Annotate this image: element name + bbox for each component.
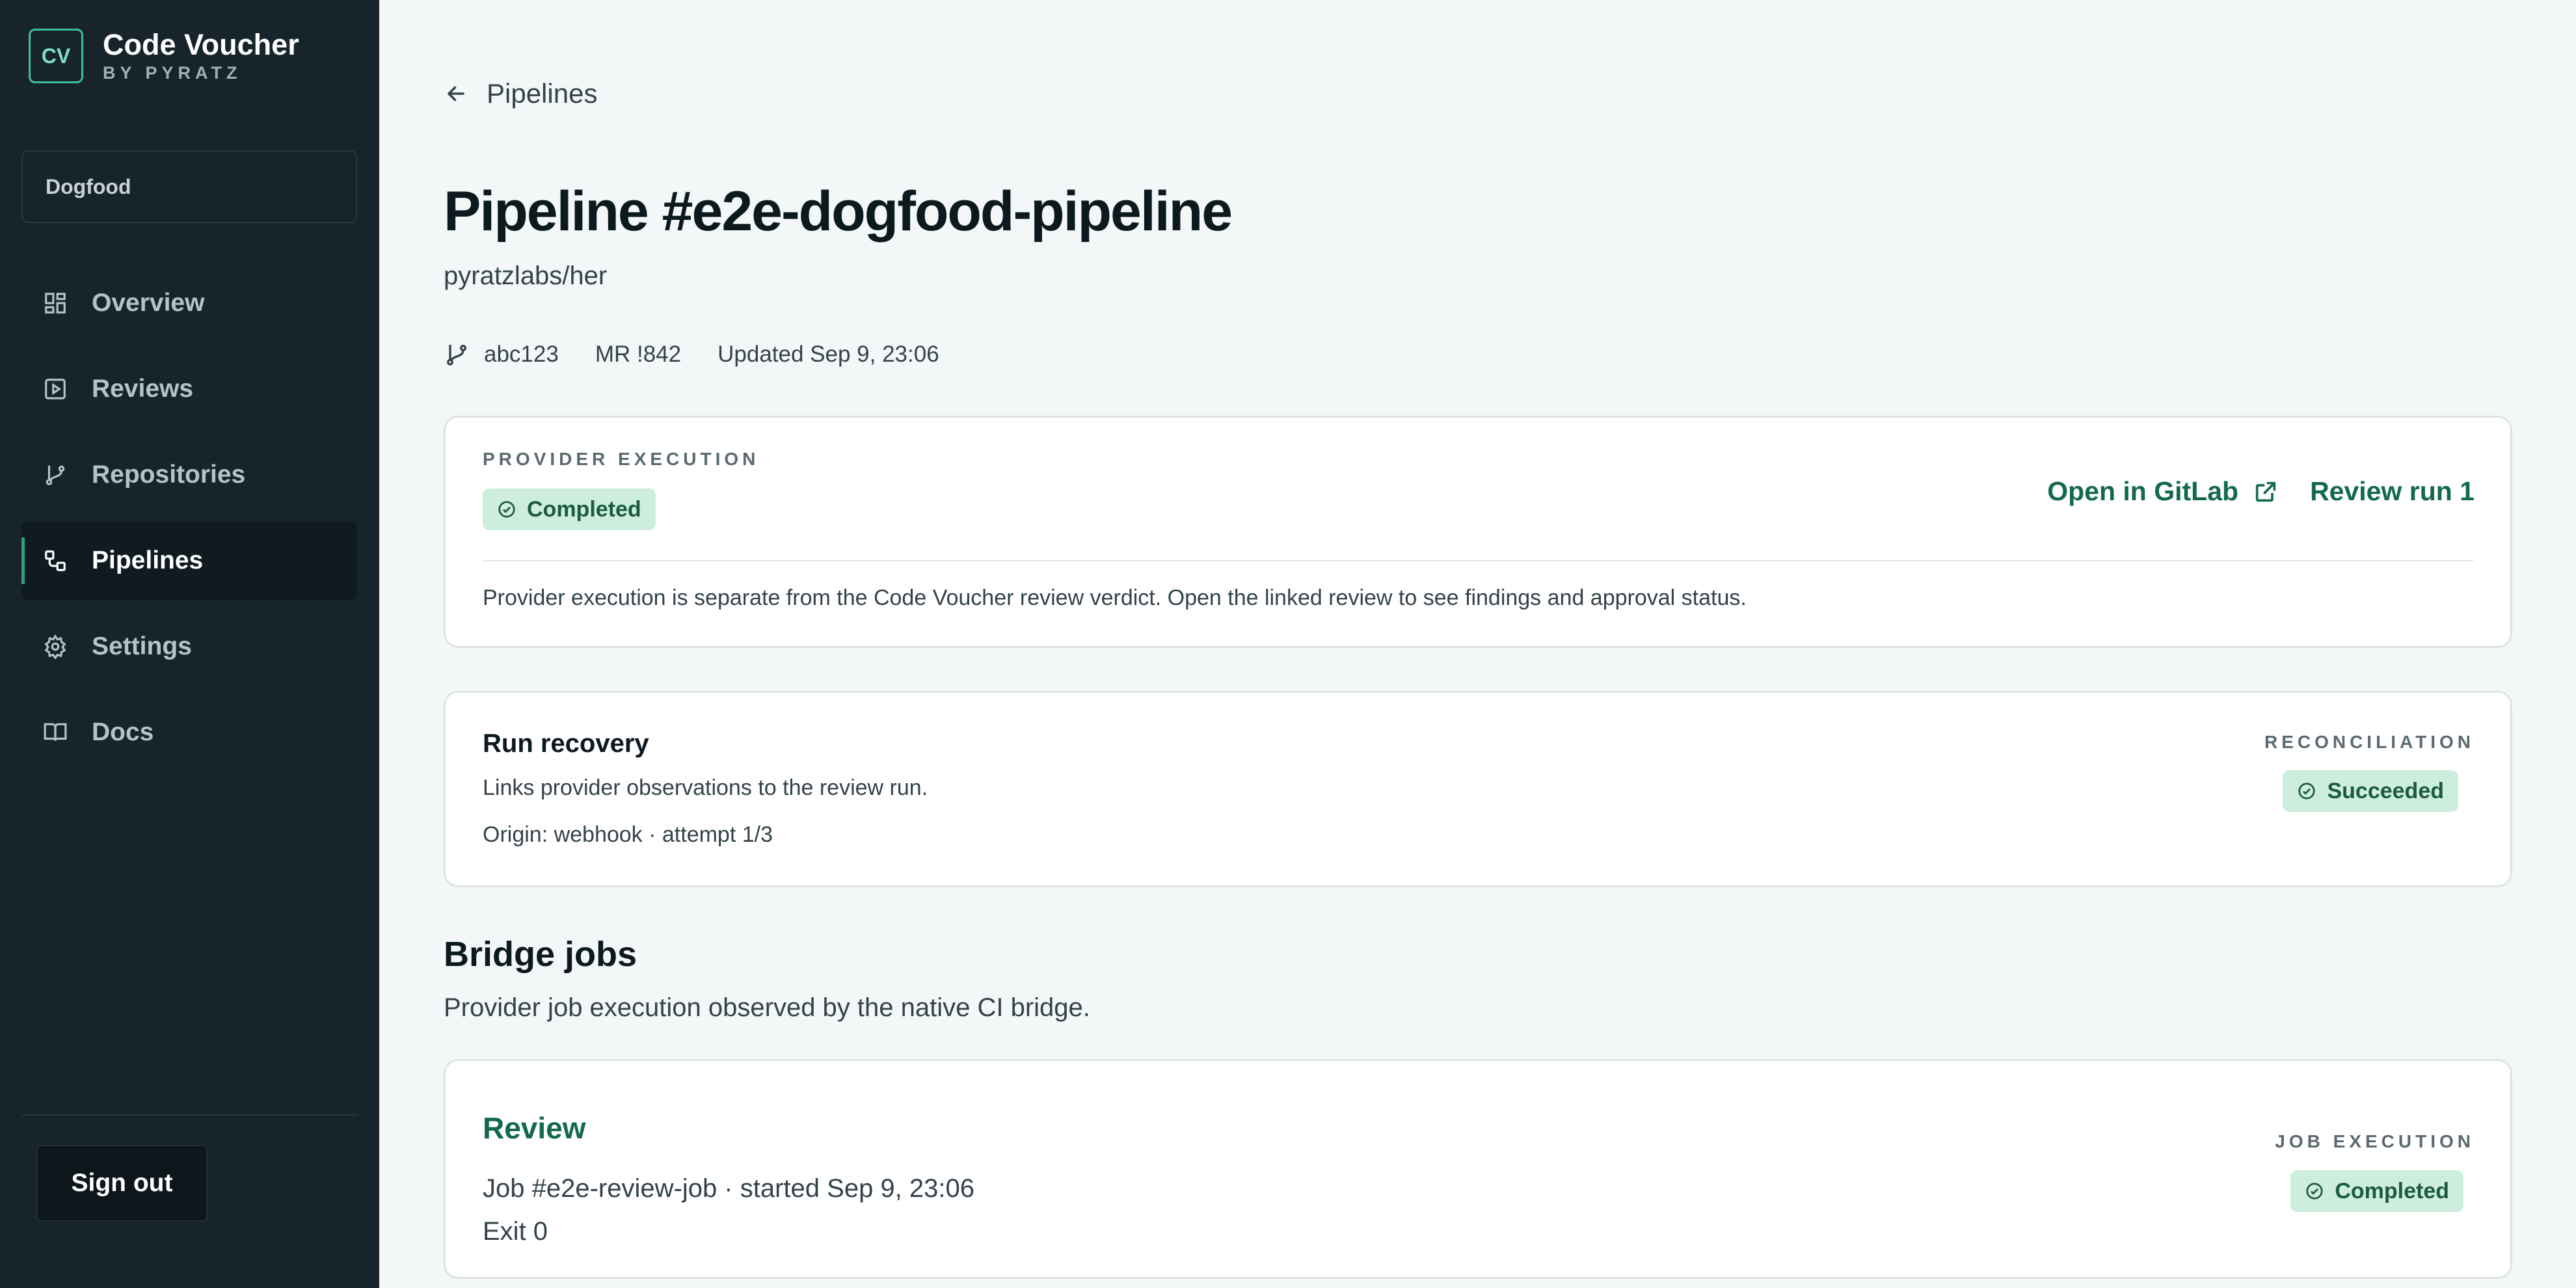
provider-note: Provider execution is separate from the …: [483, 585, 1747, 610]
git-branch-icon: [444, 342, 470, 368]
merge-request: MR !842: [595, 342, 682, 367]
brand-title: Code Voucher: [103, 28, 299, 61]
back-link-label: Pipelines: [487, 78, 598, 109]
status-badge: Completed: [2290, 1170, 2463, 1212]
back-link[interactable]: Pipelines: [444, 78, 597, 109]
sidebar-item-label: Overview: [92, 289, 205, 317]
sidebar-item-pipelines[interactable]: Pipelines: [21, 522, 357, 600]
check-circle-icon: [498, 501, 515, 518]
status-text: Completed: [527, 496, 641, 522]
job-name-link[interactable]: Review: [483, 1110, 586, 1146]
job-details: Job #e2e-review-job · started Sep 9, 23:…: [483, 1174, 974, 1203]
check-circle-icon: [2298, 783, 2316, 799]
play-square-icon: [41, 375, 70, 403]
status-badge: Succeeded: [2283, 770, 2458, 812]
sidebar-item-repositories[interactable]: Repositories: [21, 436, 357, 514]
pipeline-meta: abc123 MR !842 Updated Sep 9, 23:06: [444, 342, 976, 368]
sidebar: CV Code Voucher BY PYRATZ Dogfood Overvi…: [0, 0, 379, 1288]
provider-execution-card: PROVIDER EXECUTION Completed Open in Git…: [444, 416, 2512, 648]
sidebar-item-label: Reviews: [92, 375, 194, 403]
run-recovery-card: Run recovery Links provider observations…: [444, 691, 2512, 887]
status-text: Completed: [2335, 1178, 2449, 1203]
arrow-left-icon: [448, 86, 464, 101]
provider-execution-eyebrow: PROVIDER EXECUTION: [483, 449, 760, 469]
run-recovery-title: Run recovery: [483, 729, 649, 758]
sidebar-item-settings[interactable]: Settings: [21, 608, 357, 686]
book-icon: [41, 718, 70, 747]
page-title: Pipeline #e2e-dogfood-pipeline: [444, 180, 1233, 243]
pipeline-icon: [41, 546, 70, 575]
review-run-link[interactable]: Review run 1: [2310, 476, 2475, 507]
updated-time: Updated Sep 9, 23:06: [718, 342, 939, 367]
brand-subtitle: BY PYRATZ: [103, 63, 242, 83]
status-badge: Completed: [483, 489, 656, 530]
provider-links: Open in GitLab Review run 1: [2047, 476, 2475, 507]
external-link-icon: [2255, 481, 2276, 502]
sidebar-nav: Overview Reviews Repositories Pipelines …: [21, 264, 357, 779]
sidebar-item-label: Settings: [92, 632, 192, 660]
git-branch-icon: [41, 461, 70, 489]
repository-name: pyratzlabs/her: [444, 262, 608, 290]
job-exit-code: Exit 0: [483, 1217, 548, 1246]
bridge-jobs-subtitle: Provider job execution observed by the n…: [444, 993, 1090, 1022]
sidebar-item-overview[interactable]: Overview: [21, 264, 357, 342]
grid-icon: [41, 289, 70, 317]
brand[interactable]: CV Code Voucher BY PYRATZ: [29, 28, 299, 84]
reconciliation-eyebrow: RECONCILIATION: [2264, 732, 2475, 752]
job-execution-eyebrow: JOB EXECUTION: [2275, 1131, 2475, 1151]
gear-icon: [41, 632, 70, 661]
bridge-jobs-title: Bridge jobs: [444, 935, 637, 974]
commit-sha: abc123: [484, 342, 559, 367]
sidebar-item-label: Repositories: [92, 461, 246, 489]
sidebar-item-label: Pipelines: [92, 546, 204, 574]
sign-out-button[interactable]: Sign out: [36, 1145, 208, 1222]
brand-logo: CV: [29, 29, 83, 83]
run-recovery-origin: Origin: webhook · attempt 1/3: [483, 822, 773, 847]
check-circle-icon: [2306, 1183, 2323, 1200]
workspace-selector[interactable]: Dogfood: [21, 150, 357, 223]
open-in-gitlab-link[interactable]: Open in GitLab: [2047, 476, 2279, 507]
run-recovery-description: Links provider observations to the revie…: [483, 775, 928, 800]
open-in-gitlab-label: Open in GitLab: [2047, 476, 2239, 506]
sidebar-item-reviews[interactable]: Reviews: [21, 350, 357, 428]
sidebar-divider: [21, 1114, 358, 1116]
sidebar-item-docs[interactable]: Docs: [21, 693, 357, 771]
sidebar-item-label: Docs: [92, 718, 154, 746]
bridge-job-card: Review Job #e2e-review-job · started Sep…: [444, 1059, 2512, 1279]
divider: [483, 560, 2473, 561]
status-text: Succeeded: [2327, 778, 2444, 803]
